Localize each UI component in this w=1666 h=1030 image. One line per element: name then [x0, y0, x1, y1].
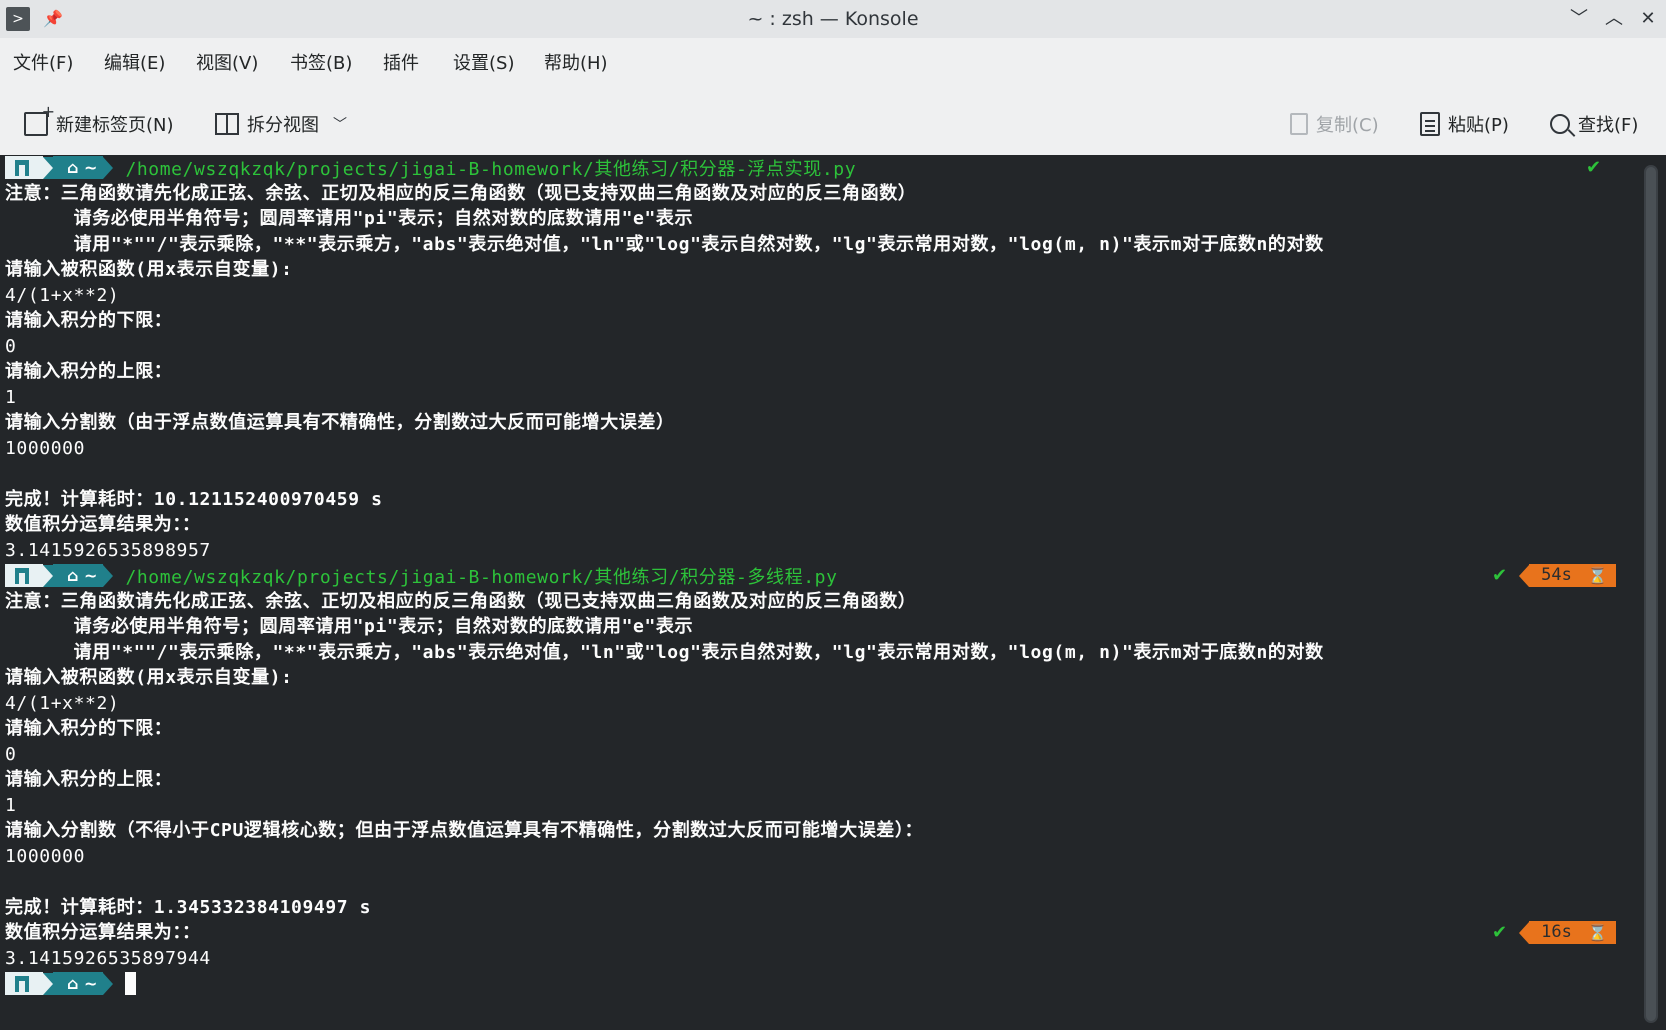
prompt3-status: ✔ 16s ⌛	[1492, 920, 1616, 946]
output-block-1: 注意：三角函数请先化成正弦、余弦、正切及相应的反三角函数（现已支持双曲三角函数及…	[5, 181, 1625, 564]
window-title: ~ : zsh — Konsole	[747, 8, 919, 30]
menu-plugins[interactable]: 插件	[383, 44, 419, 84]
new-tab-button[interactable]: 新建标签页(N)	[24, 100, 174, 148]
home-dir: ~	[84, 158, 98, 178]
terminal-line: 请输入分割数（由于浮点数值运算具有不精确性，分割数过大反而可能增大误差）	[5, 412, 675, 433]
terminal-line: 完成！计算耗时：1.345332384109497 s	[5, 896, 372, 918]
elapsed-time: 54s	[1541, 565, 1572, 586]
success-check-icon: ✔	[1492, 565, 1508, 587]
menu-edit[interactable]: 编辑(E)	[104, 44, 165, 84]
maximize-icon[interactable]: ︿	[1600, 6, 1628, 32]
terminal-line: 1	[5, 794, 17, 816]
paste-label: 粘贴(P)	[1448, 115, 1509, 136]
terminal-line: 请输入被积函数(用x表示自变量):	[5, 667, 293, 688]
terminal-line: 3.1415926535897944	[5, 947, 211, 969]
terminal-line: 0	[5, 335, 17, 357]
terminal-line: 请输入积分的上限：	[5, 361, 173, 382]
terminal-line: 请输入积分的下限：	[5, 718, 173, 739]
split-view-label: 拆分视图	[247, 115, 319, 136]
prompt2-status: ✔ 54s ⌛	[1492, 563, 1616, 589]
prompt-command: /home/wszqkzqk/projects/jigai-B-homework…	[125, 566, 838, 588]
terminal-line: 1000000	[5, 845, 86, 867]
split-view-button[interactable]: 拆分视图 ﹀	[215, 100, 347, 148]
prompt-command: /home/wszqkzqk/projects/jigai-B-homework…	[125, 158, 857, 180]
terminal-line: 数值积分运算结果为：：	[5, 922, 201, 943]
home-segment: ⌂ ~	[53, 564, 104, 588]
toolbar: 新建标签页(N) 拆分视图 ﹀ 复制(C) 粘贴(P) 查找(F)	[0, 100, 1666, 148]
menu-bar: 文件(F) 编辑(E) 视图(V) 书签(B) 插件 设置(S) 帮助(H)	[0, 44, 1666, 84]
terminal-line: 完成！计算耗时：10.121152400970459 s	[5, 488, 383, 510]
terminal-line: 请用"*""/"表示乘除，"**"表示乘方，"abs"表示绝对值，"ln"或"l…	[5, 233, 1324, 255]
output-block-2: 注意：三角函数请先化成正弦、余弦、正切及相应的反三角函数（现已支持双曲三角函数及…	[5, 589, 1625, 972]
terminal-line: 1000000	[5, 437, 86, 459]
elapsed-time: 16s	[1541, 922, 1572, 943]
hourglass-icon: ⌛	[1587, 566, 1608, 586]
prompt-line: ⌂ ~ /home/wszqkzqk/projects/jigai-B-home…	[5, 155, 1625, 181]
terminal-line: 请用"*""/"表示乘除，"**"表示乘方，"abs"表示绝对值，"ln"或"l…	[5, 641, 1324, 663]
paste-icon	[1420, 112, 1440, 136]
menu-settings[interactable]: 设置(S)	[453, 44, 514, 84]
copy-label: 复制(C)	[1316, 115, 1379, 136]
os-logo-icon	[5, 156, 43, 180]
terminal-line: 数值积分运算结果为：：	[5, 514, 201, 535]
terminal-line: 请务必使用半角符号；圆周率请用"pi"表示；自然对数的底数请用"e"表示	[5, 616, 694, 637]
terminal-cursor	[125, 972, 137, 996]
terminal-line: 注意：三角函数请先化成正弦、余弦、正切及相应的反三角函数（现已支持双曲三角函数及…	[5, 590, 917, 612]
os-logo-icon	[5, 564, 43, 588]
new-tab-icon	[24, 102, 55, 136]
terminal-line: 4/(1+x**2)	[5, 692, 120, 714]
title-bar: > 📌 ~ : zsh — Konsole ﹀ ︿ ✕	[0, 0, 1666, 38]
copy-icon	[1290, 113, 1308, 135]
prompt1-status: ✔	[1586, 155, 1601, 181]
success-check-icon: ✔	[1492, 922, 1508, 944]
menu-help[interactable]: 帮助(H)	[544, 44, 608, 84]
terminal-output: ⌂ ~ /home/wszqkzqk/projects/jigai-B-home…	[5, 155, 1625, 997]
success-check-icon: ✔	[1586, 157, 1602, 179]
chevron-down-icon[interactable]: ﹀	[333, 114, 347, 134]
prompt-line: ⌂ ~ /home/wszqkzqk/projects/jigai-B-home…	[5, 563, 1625, 589]
close-icon[interactable]: ✕	[1634, 6, 1662, 32]
find-button[interactable]: 查找(F)	[1550, 100, 1638, 148]
terminal-line: 请务必使用半角符号；圆周率请用"pi"表示；自然对数的底数请用"e"表示	[5, 208, 694, 229]
search-icon	[1550, 114, 1570, 134]
menu-view[interactable]: 视图(V)	[196, 44, 258, 84]
new-tab-label: 新建标签页(N)	[56, 115, 174, 136]
home-dir: ~	[84, 974, 98, 994]
paste-button[interactable]: 粘贴(P)	[1420, 100, 1509, 148]
terminal-line: 1	[5, 386, 17, 408]
elapsed-time-badge: 16s ⌛	[1529, 921, 1616, 945]
find-label: 查找(F)	[1578, 115, 1639, 136]
home-segment: ⌂ ~	[53, 156, 104, 180]
terminal-line: 请输入积分的上限：	[5, 769, 173, 790]
elapsed-time-badge: 54s ⌛	[1529, 564, 1616, 588]
os-logo-icon	[5, 972, 43, 996]
menu-file[interactable]: 文件(F)	[13, 44, 73, 84]
terminal-line: 3.1415926535898957	[5, 539, 211, 561]
minimize-icon[interactable]: ﹀	[1565, 6, 1593, 32]
terminal-line: 请输入积分的下限：	[5, 310, 173, 331]
menu-bookmarks[interactable]: 书签(B)	[290, 44, 352, 84]
home-dir: ~	[84, 566, 98, 586]
scrollbar-thumb[interactable]	[1646, 167, 1656, 1021]
terminal-line: 4/(1+x**2)	[5, 284, 120, 306]
home-segment: ⌂ ~	[53, 972, 104, 996]
split-view-icon	[215, 113, 239, 135]
prompt-line: ⌂ ~	[5, 971, 1625, 997]
scrollbar[interactable]	[1644, 165, 1658, 1023]
terminal-line: 0	[5, 743, 17, 765]
hourglass-icon: ⌛	[1587, 923, 1608, 943]
terminal-view[interactable]: ⌂ ~ /home/wszqkzqk/projects/jigai-B-home…	[0, 155, 1666, 1030]
terminal-line: 请输入被积函数(用x表示自变量):	[5, 259, 293, 280]
terminal-line: 请输入分割数（不得小于CPU逻辑核心数；但由于浮点数值运算具有不精确性，分割数过…	[5, 820, 924, 841]
copy-button[interactable]: 复制(C)	[1290, 100, 1379, 148]
terminal-line: 注意：三角函数请先化成正弦、余弦、正切及相应的反三角函数（现已支持双曲三角函数及…	[5, 182, 917, 204]
